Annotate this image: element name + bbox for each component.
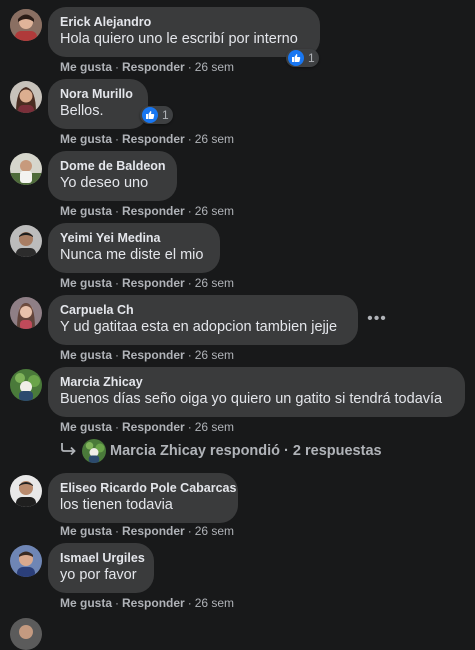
avatar[interactable] <box>10 297 42 329</box>
avatar[interactable] <box>10 225 42 257</box>
timestamp[interactable]: 26 sem <box>195 60 234 74</box>
comment-actions: Me gusta · Responder · 26 sem <box>60 276 235 290</box>
comment-author[interactable]: Carpuela Ch <box>60 302 346 318</box>
thumbs-up-icon <box>288 50 304 66</box>
timestamp[interactable]: 26 sem <box>195 276 234 290</box>
reaction-count[interactable]: 1 <box>140 106 173 124</box>
comment-author[interactable]: Nora Murillo <box>60 86 136 102</box>
avatar[interactable] <box>10 81 42 113</box>
avatar[interactable] <box>10 618 42 650</box>
reply-link[interactable]: Responder <box>122 596 185 610</box>
reply-link[interactable]: Responder <box>122 60 185 74</box>
comment-text: Bellos. <box>60 103 104 119</box>
comment-bubble: Erick Alejandro Hola quiero uno le escri… <box>48 7 320 57</box>
comment-author[interactable]: Yeimi Yei Medina <box>60 230 208 246</box>
reply-link[interactable]: Responder <box>122 420 185 434</box>
reply-link[interactable]: Responder <box>122 348 185 362</box>
comment-bubble: Carpuela Ch Y ud gatitaa esta en adopcio… <box>48 295 358 345</box>
reply-link[interactable]: Responder <box>122 276 185 290</box>
comment-author[interactable]: Eliseo Ricardo Pole Cabarcas <box>60 480 236 496</box>
reaction-number: 1 <box>308 51 315 65</box>
comment-bubble: Ismael Urgiles yo por favor <box>48 543 154 593</box>
comment-bubble: Dome de Baldeon Yo deseo uno <box>48 151 177 201</box>
comment-text: Buenos días seño oiga yo quiero un gatit… <box>60 391 443 407</box>
like-link[interactable]: Me gusta <box>60 348 112 362</box>
replies-label: Marcia Zhicay respondió · 2 respuestas <box>110 443 382 459</box>
comment-actions: Me gusta · Responder · 26 sem <box>60 60 235 74</box>
comment-actions: Me gusta · Responder · 26 sem <box>60 420 235 434</box>
comment-author[interactable]: Marcia Zhicay <box>60 374 453 390</box>
like-link[interactable]: Me gusta <box>60 524 112 538</box>
reply-link[interactable]: Responder <box>122 524 185 538</box>
like-link[interactable]: Me gusta <box>60 596 112 610</box>
reaction-number: 1 <box>162 108 169 122</box>
comment-text: los tienen todavia <box>60 497 173 513</box>
comment-author[interactable]: Erick Alejandro <box>60 14 308 30</box>
comment-bubble: Marcia Zhicay Buenos días seño oiga yo q… <box>48 367 465 417</box>
timestamp[interactable]: 26 sem <box>195 420 234 434</box>
timestamp[interactable]: 26 sem <box>195 348 234 362</box>
thumbs-up-icon <box>142 107 158 123</box>
comment-text: Hola quiero uno le escribí por interno <box>60 31 298 47</box>
comment-text: yo por favor <box>60 567 137 583</box>
reply-link[interactable]: Responder <box>122 204 185 218</box>
reply-arrow-icon <box>60 442 78 460</box>
comment-actions: Me gusta · Responder · 26 sem <box>60 524 235 538</box>
comment-actions: Me gusta · Responder · 26 sem <box>60 204 235 218</box>
comment-text: Nunca me diste el mio <box>60 247 204 263</box>
timestamp[interactable]: 26 sem <box>195 596 234 610</box>
comment-text: Yo deseo uno <box>60 175 149 191</box>
avatar[interactable] <box>10 545 42 577</box>
like-link[interactable]: Me gusta <box>60 420 112 434</box>
more-options-icon[interactable]: ••• <box>366 310 388 332</box>
comment-text: Y ud gatitaa esta en adopcion tambien je… <box>60 319 338 335</box>
comment-bubble: Nora Murillo Bellos. <box>48 79 148 129</box>
comment-actions: Me gusta · Responder · 26 sem <box>60 132 235 146</box>
comment-bubble: Eliseo Ricardo Pole Cabarcas los tienen … <box>48 473 238 523</box>
avatar <box>82 439 106 463</box>
timestamp[interactable]: 26 sem <box>195 132 234 146</box>
like-link[interactable]: Me gusta <box>60 60 112 74</box>
avatar[interactable] <box>10 9 42 41</box>
avatar[interactable] <box>10 153 42 185</box>
like-link[interactable]: Me gusta <box>60 132 112 146</box>
timestamp[interactable]: 26 sem <box>195 204 234 218</box>
reply-link[interactable]: Responder <box>122 132 185 146</box>
comment-bubble: Yeimi Yei Medina Nunca me diste el mio <box>48 223 220 273</box>
like-link[interactable]: Me gusta <box>60 276 112 290</box>
comment-actions: Me gusta · Responder · 26 sem <box>60 348 235 362</box>
view-replies-link[interactable]: Marcia Zhicay respondió · 2 respuestas <box>60 439 382 463</box>
like-link[interactable]: Me gusta <box>60 204 112 218</box>
comment-actions: Me gusta · Responder · 26 sem <box>60 596 235 610</box>
reaction-count[interactable]: 1 <box>286 49 319 67</box>
avatar[interactable] <box>10 475 42 507</box>
avatar[interactable] <box>10 369 42 401</box>
comment-author[interactable]: Dome de Baldeon <box>60 158 166 174</box>
comment-author[interactable]: Ismael Urgiles <box>60 550 145 566</box>
timestamp[interactable]: 26 sem <box>195 524 234 538</box>
